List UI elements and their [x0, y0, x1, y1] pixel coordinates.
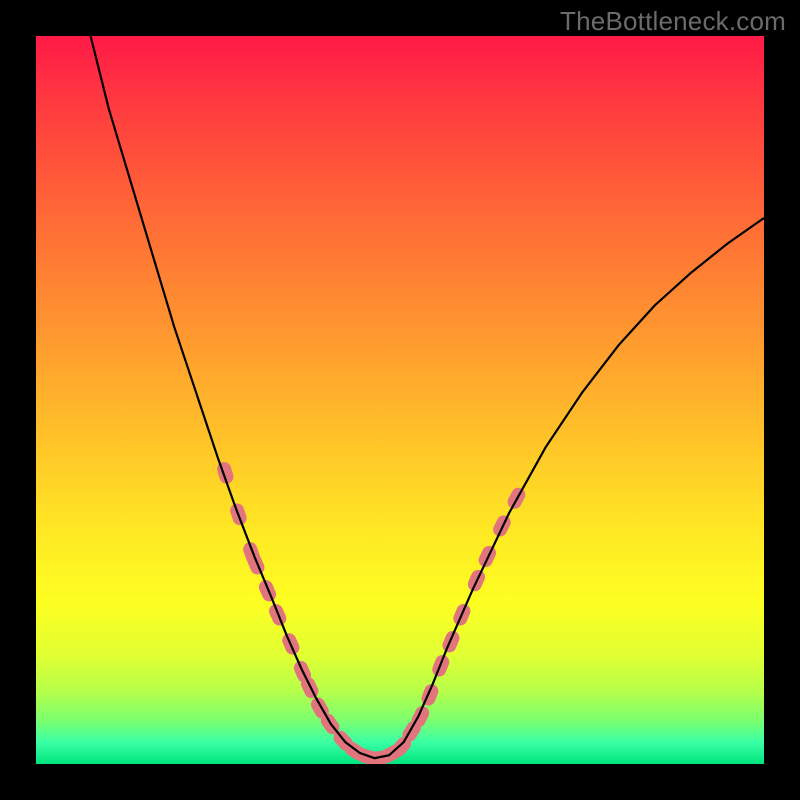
chart-frame: TheBottleneck.com — [0, 0, 800, 800]
watermark-text: TheBottleneck.com — [560, 6, 786, 37]
curve-layer — [36, 36, 764, 764]
bottleneck-curve — [91, 36, 764, 758]
plot-area — [36, 36, 764, 764]
marker-group — [215, 460, 528, 764]
curve-marker — [419, 682, 440, 708]
